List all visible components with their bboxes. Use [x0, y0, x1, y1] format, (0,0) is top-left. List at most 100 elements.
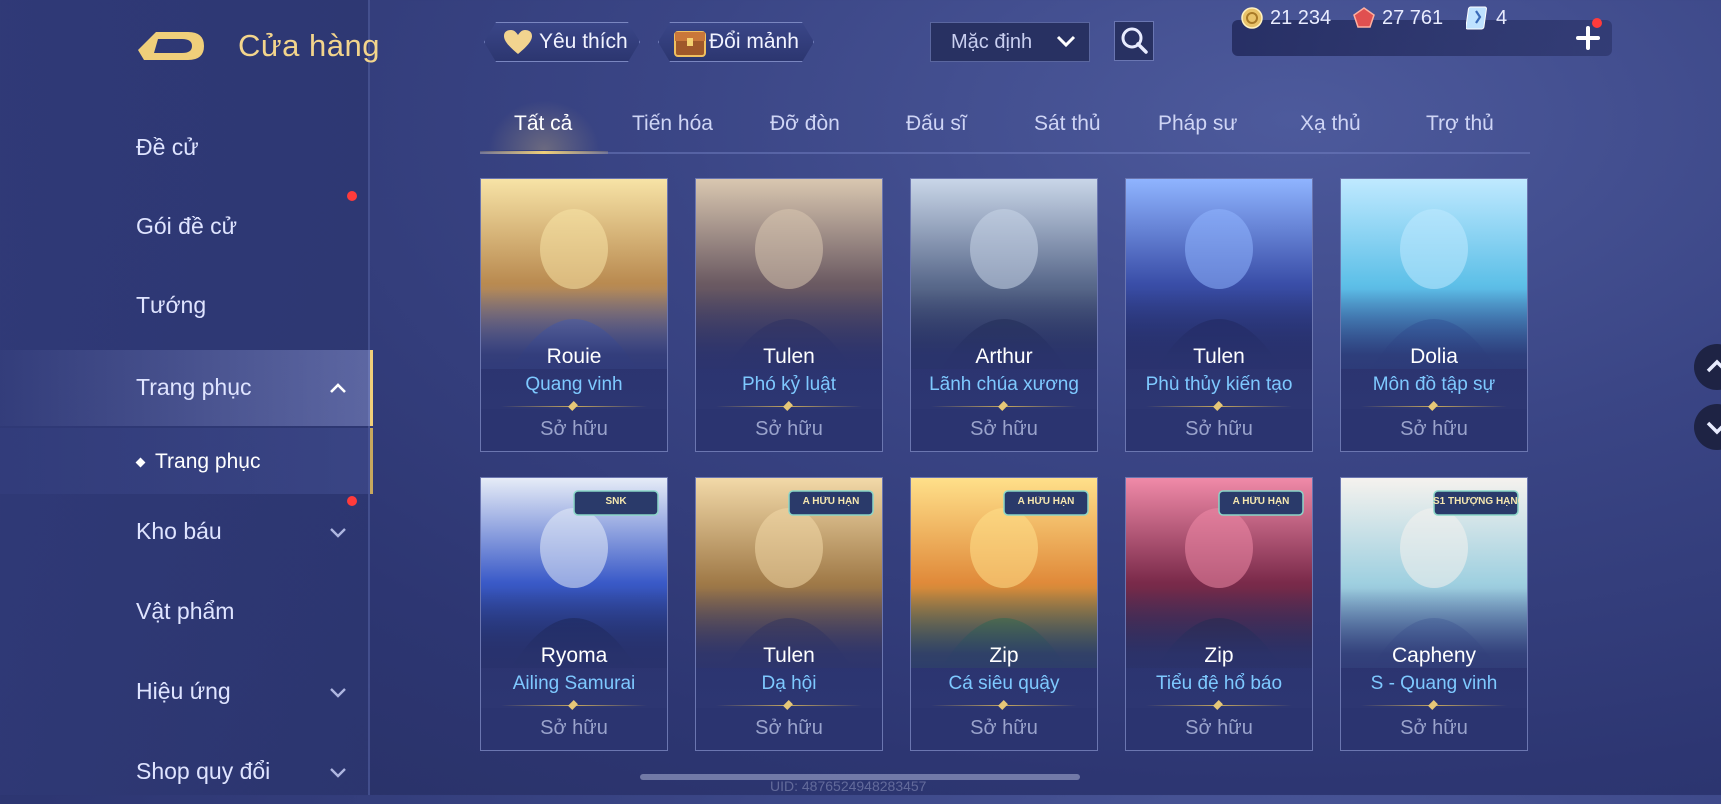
skin-badge: SNK	[573, 488, 659, 518]
ownership-status: Sở hữu	[1185, 717, 1253, 739]
active-tab-underline	[480, 151, 608, 154]
sidebar-item-recommended[interactable]: Đề cử	[0, 116, 370, 180]
skin-name: Dạ hội	[761, 673, 817, 694]
hero-name: Tulen	[763, 644, 815, 667]
notification-dot	[1592, 18, 1602, 28]
tab-assassin[interactable]: Sát thủ	[1034, 112, 1101, 136]
gem-amount: 27 761	[1382, 6, 1444, 29]
hero-name: Ryoma	[540, 644, 608, 667]
scroll-up-button[interactable]	[1694, 344, 1721, 390]
skin-card[interactable]: Rouie Quang vinh Sở hữu	[480, 178, 668, 452]
hero-name: Rouie	[546, 345, 602, 368]
sidebar-subitem-skins[interactable]: Trang phục	[0, 428, 373, 494]
chevron-down-icon	[330, 768, 346, 778]
skin-card[interactable]: Ryoma Ailing Samurai Sở hữu SNK	[480, 477, 668, 751]
red-gem-icon	[1353, 7, 1375, 28]
page-title: Cửa hàng	[238, 28, 380, 63]
scroll-down-button[interactable]	[1694, 404, 1721, 450]
ownership-status: Sở hữu	[540, 717, 608, 739]
skin-card[interactable]: Arthur Lãnh chúa xương Sở hữu	[910, 178, 1098, 452]
voucher-currency: 4	[1466, 4, 1507, 32]
hero-name: Zip	[989, 644, 1019, 667]
tab-support[interactable]: Trợ thủ	[1426, 112, 1494, 136]
exchange-fragments-button[interactable]: Đổi mảnh	[658, 22, 814, 62]
chevron-down-icon	[330, 688, 346, 698]
skin-name: Cá siêu quậy	[948, 673, 1060, 694]
voucher-amount: 4	[1496, 6, 1508, 29]
skin-badge: A HỮU HẠN	[1003, 488, 1089, 518]
hero-name: Zip	[1204, 644, 1234, 667]
skin-card[interactable]: Zip Tiểu đệ hổ báo Sở hữu A HỮU HẠN	[1125, 477, 1313, 751]
tab-evolution[interactable]: Tiến hóa	[632, 112, 713, 136]
tab-all[interactable]: Tất cả	[514, 112, 572, 136]
skin-badge: S1 THƯỢNG HẠNG 2024	[1433, 488, 1519, 518]
notification-dot	[347, 496, 357, 506]
sort-dropdown[interactable]: Mặc định	[930, 22, 1090, 62]
skin-name: Quang vinh	[525, 374, 623, 395]
sidebar-subitem-label: Trang phục	[155, 450, 261, 473]
user-id: UID: 4876524948283457	[770, 778, 927, 794]
sidebar-item-label: Tướng	[136, 292, 207, 318]
badge-label: A HỮU HẠN	[1232, 496, 1290, 507]
search-button[interactable]	[1114, 21, 1154, 61]
sidebar-item-heroes[interactable]: Tướng	[0, 274, 370, 338]
skin-name: S - Quang vinh	[1370, 673, 1498, 694]
sidebar-item-skins[interactable]: Trang phục	[0, 350, 373, 426]
sidebar-item-label: Gói đề cử	[136, 213, 238, 239]
badge-label: SNK	[605, 496, 627, 507]
skin-name: Lãnh chúa xương	[929, 374, 1079, 395]
sort-selected-value: Mặc định	[951, 30, 1033, 53]
gold-currency: 21 234	[1240, 4, 1331, 32]
heart-icon	[503, 29, 533, 55]
notification-dot	[347, 191, 357, 201]
sidebar-item-treasure[interactable]: Kho báu	[0, 496, 370, 564]
ownership-status: Sở hữu	[755, 418, 823, 440]
tab-fighter[interactable]: Đấu sĩ	[906, 112, 967, 136]
tab-marksman[interactable]: Xạ thủ	[1300, 112, 1361, 136]
sidebar-item-recommended-packs[interactable]: Gói đề cử	[0, 191, 370, 259]
ownership-status: Sở hữu	[970, 717, 1038, 739]
ownership-status: Sở hữu	[970, 418, 1038, 440]
exchange-fragments-label: Đổi mảnh	[709, 30, 799, 53]
sidebar-item-label: Trang phục	[136, 374, 252, 400]
skin-badge: A HỮU HẠN	[788, 488, 874, 518]
chevron-up-icon	[1706, 359, 1721, 373]
sidebar-item-items[interactable]: Vật phẩm	[0, 580, 370, 644]
ownership-status: Sở hữu	[1400, 418, 1468, 440]
ownership-status: Sở hữu	[755, 717, 823, 739]
gold-coin-icon	[1241, 7, 1263, 29]
favorites-label: Yêu thích	[539, 30, 628, 53]
sidebar-item-exchange-shop[interactable]: Shop quy đổi	[0, 740, 370, 804]
skin-card[interactable]: Tulen Dạ hội Sở hữu A HỮU HẠN	[695, 477, 883, 751]
favorites-button[interactable]: Yêu thích	[484, 22, 640, 62]
gem-currency: 27 761	[1352, 4, 1443, 32]
tab-tank[interactable]: Đỡ đòn	[770, 112, 840, 136]
skin-card[interactable]: Capheny S - Quang vinh Sở hữu S1 THƯỢNG HẠN…	[1340, 477, 1528, 751]
hero-name: Dolia	[1410, 345, 1458, 368]
hero-name: Capheny	[1391, 644, 1477, 667]
sidebar-item-label: Shop quy đổi	[136, 758, 271, 784]
skin-name: Phù thủy kiến tạo	[1145, 374, 1293, 395]
skin-name: Phó kỷ luật	[742, 374, 836, 395]
skin-card[interactable]: Zip Cá siêu quậy Sở hữu A HỮU HẠN	[910, 477, 1098, 751]
skin-name: Môn đồ tập sự	[1372, 374, 1496, 395]
search-icon	[1121, 27, 1148, 54]
voucher-card-icon	[1466, 6, 1487, 30]
skin-card[interactable]: Tulen Phó kỷ luật Sở hữu	[695, 178, 883, 452]
treasure-chest-icon	[673, 26, 707, 58]
category-tabs: Tất cả Tiến hóa Đỡ đòn Đấu sĩ Sát thủ Ph…	[480, 100, 1530, 154]
back-arrow-icon[interactable]	[134, 22, 208, 66]
chevron-down-icon	[1056, 35, 1076, 48]
sidebar-item-label: Hiệu ứng	[136, 678, 231, 704]
sidebar-item-effects[interactable]: Hiệu ứng	[0, 660, 370, 724]
hero-name: Tulen	[763, 345, 815, 368]
tab-mage[interactable]: Pháp sư	[1158, 112, 1237, 136]
badge-label: S1 THƯỢNG HẠNG 2024	[1433, 496, 1519, 507]
chevron-up-icon	[330, 383, 346, 393]
sidebar-item-label: Đề cử	[136, 134, 199, 160]
chevron-down-icon	[1706, 421, 1721, 435]
skin-card[interactable]: Tulen Phù thủy kiến tạo Sở hữu	[1125, 178, 1313, 452]
chevron-down-icon	[330, 528, 346, 538]
skin-card[interactable]: Dolia Môn đồ tập sự Sở hữu	[1340, 178, 1528, 452]
ownership-status: Sở hữu	[540, 418, 608, 440]
